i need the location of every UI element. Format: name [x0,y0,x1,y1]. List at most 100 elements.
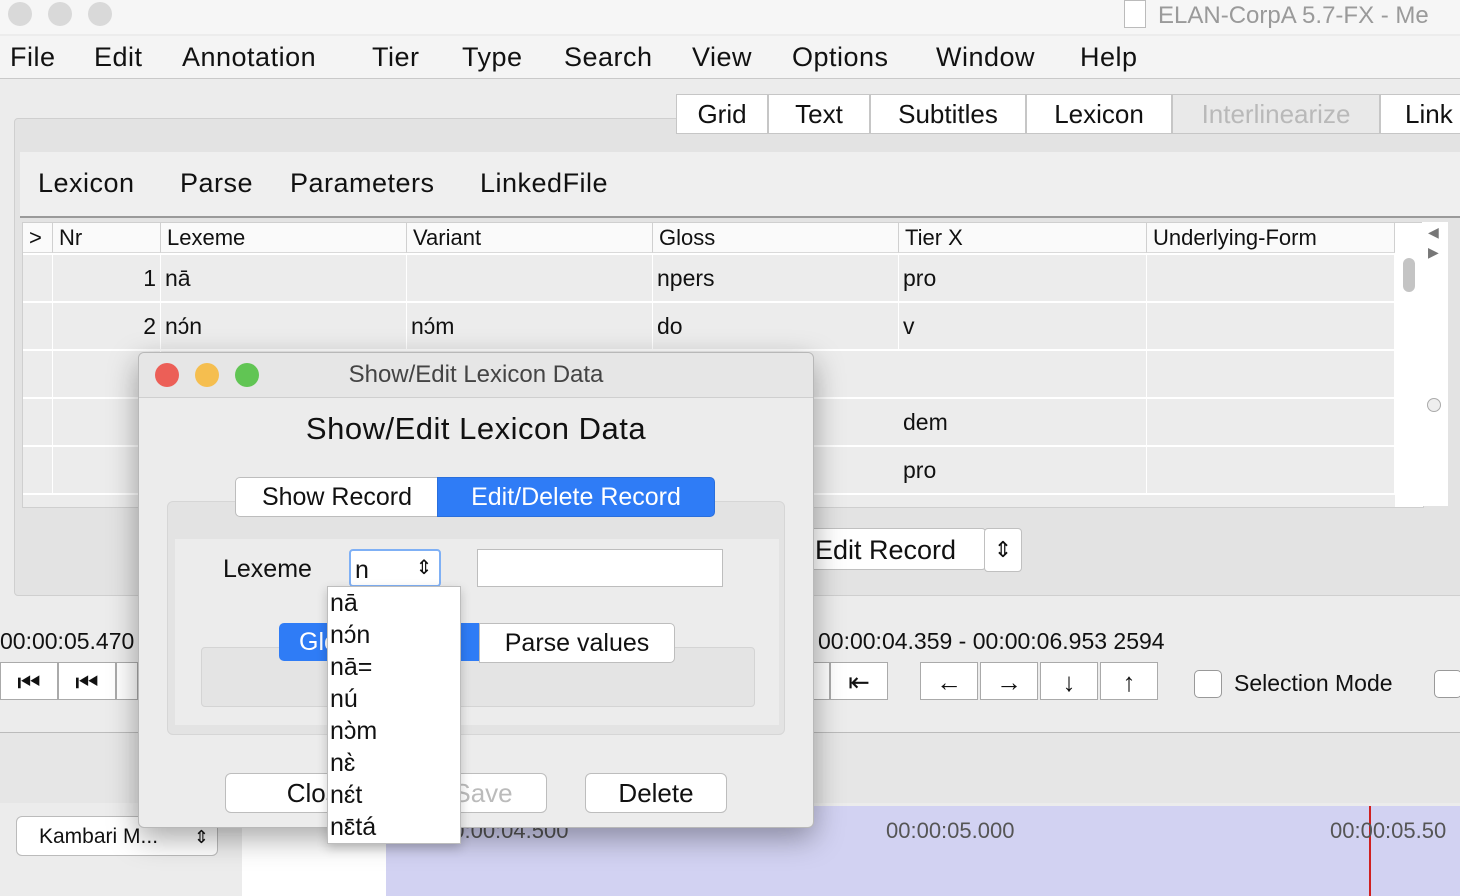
delete-button[interactable]: Delete [585,773,727,813]
cell-underlying-form [1147,447,1395,493]
tab-interlinearize: Interlinearize [1172,94,1380,134]
window-minimize-button[interactable] [48,2,72,26]
tab-text[interactable]: Text [768,94,870,134]
previous-frame-button[interactable]: ⏮ [58,662,116,700]
cell-underlying-form [1147,255,1395,301]
cell-tierx: dem [899,399,1147,445]
row-marker [23,447,53,493]
arrow-down-button[interactable]: ↓ [1040,662,1098,700]
cell-tierx [899,351,1147,397]
tab-link[interactable]: Link [1380,94,1460,134]
cell-gloss: npers [653,255,899,301]
menu-edit[interactable]: Edit [94,42,143,73]
cell-lexeme: nā [161,255,407,301]
column-header-tierx[interactable]: Tier X [899,223,1147,253]
column-header-gloss[interactable]: Gloss [653,223,899,253]
subtab-parameters[interactable]: Parameters [290,168,435,199]
menu-help[interactable]: Help [1080,42,1138,73]
row-marker [23,399,53,445]
subtab-parse[interactable]: Parse [180,168,253,199]
column-header-expand[interactable]: > [23,223,53,253]
cell-tierx: pro [899,255,1147,301]
row-marker [23,255,53,301]
chevron-updown-icon[interactable]: ⇕ [409,551,439,585]
column-header-underlying-form[interactable]: Underlying-Form [1147,223,1395,253]
column-header-nr[interactable]: Nr [53,223,161,253]
chevron-updown-icon[interactable]: ⇕ [984,528,1022,572]
dropdown-option[interactable]: nɔ̀m [330,715,377,747]
table-scrollbar-thumb[interactable] [1403,258,1415,292]
tab-subtitles[interactable]: Subtitles [870,94,1026,134]
lexeme-text-field[interactable] [477,549,723,587]
cell-lexeme: nɔ́n [161,303,407,349]
parse-values-tab[interactable]: Parse values [479,623,675,663]
dialog-heading: Show/Edit Lexicon Data [305,411,647,446]
dialog-titlebar: Show/Edit Lexicon Data [139,353,813,398]
menu-window[interactable]: Window [936,42,1035,73]
extra-checkbox[interactable] [1434,670,1460,698]
menu-type[interactable]: Type [462,42,523,73]
dropdown-option[interactable]: nɛ̄tá [330,811,376,843]
arrow-up-button[interactable]: ↑ [1100,662,1158,700]
media-time-readout: 00:00:05.470 [0,628,135,654]
cell-tierx: v [899,303,1147,349]
cell-nr: 1 [53,255,161,301]
table-side-controls: ◀ ▶ [1422,222,1448,506]
record-mode-select[interactable]: Edit Record [800,528,986,570]
scroll-right-icon[interactable]: ▶ [1428,244,1439,261]
cell-nr: 2 [53,303,161,349]
cell-variant: nɔ́m [407,303,653,349]
row-marker [23,303,53,349]
go-to-begin-button[interactable]: ⏮ [0,662,58,700]
lexeme-label: Lexeme [223,555,312,583]
scroll-left-icon[interactable]: ◀ [1428,224,1439,241]
window-title: ELAN-CorpA 5.7-FX - Me [1158,2,1429,29]
dropdown-option[interactable]: nā= [330,651,372,683]
edit-delete-record-tab[interactable]: Edit/Delete Record [437,477,715,517]
tab-lexicon[interactable]: Lexicon [1026,94,1172,134]
menu-search[interactable]: Search [564,42,653,73]
column-header-variant[interactable]: Variant [407,223,653,253]
cell-underlying-form [1147,303,1395,349]
menu-view[interactable]: View [692,42,752,73]
table-row[interactable]: 1 nā npers pro [23,255,1395,303]
dropdown-option[interactable]: nú [330,683,358,715]
subtab-linkedfile[interactable]: LinkedFile [480,168,608,199]
row-marker [23,351,53,397]
selection-begin-button[interactable] [812,662,830,700]
selection-mode-label: Selection Mode [1234,670,1393,696]
dropdown-option[interactable]: nɔ́n [330,619,370,651]
arrow-right-button[interactable]: → [980,662,1038,700]
cell-underlying-form [1147,399,1395,445]
lexicon-subtabs: Lexicon Parse Parameters LinkedFile [20,152,1460,218]
tier-select-label: Kambari M... [39,825,159,848]
menu-file[interactable]: File [10,42,56,73]
selection-end-button[interactable]: ⇤ [830,662,888,700]
menubar: File Edit Annotation Tier Type Search Vi… [0,36,1460,79]
tab-grid[interactable]: Grid [676,94,768,134]
column-header-lexeme[interactable]: Lexeme [161,223,407,253]
dropdown-option[interactable]: nā [330,587,358,619]
window-close-button[interactable] [8,2,32,26]
lexeme-dropdown-list: nā nɔ́n nā= nú nɔ̀m nɛ̀ nɛ́t nɛ̄tá [327,586,461,844]
menu-tier[interactable]: Tier [372,42,420,73]
selection-time-readout: 00:00:04.359 - 00:00:06.953 2594 [818,628,1165,654]
dropdown-option[interactable]: nɛ́t [330,779,362,811]
subtab-lexicon[interactable]: Lexicon [38,168,135,199]
cell-tierx: pro [899,447,1147,493]
play-controls-button[interactable] [116,662,138,700]
show-record-tab[interactable]: Show Record [235,477,439,517]
cell-underlying-form [1147,351,1395,397]
arrow-left-button[interactable]: ← [920,662,978,700]
cell-gloss: do [653,303,899,349]
menu-options[interactable]: Options [792,42,889,73]
window-zoom-button[interactable] [88,2,112,26]
timeline-tick-label: 00:00:05.000 [886,818,1015,843]
dropdown-option[interactable]: nɛ̀ [330,747,355,779]
document-icon [1124,0,1146,28]
menu-annotation[interactable]: Annotation [182,42,316,73]
resize-handle-icon[interactable] [1427,398,1441,412]
lexicon-data-dialog: Show/Edit Lexicon Data Show/Edit Lexicon… [138,352,814,828]
selection-mode-checkbox[interactable] [1194,670,1222,698]
table-row[interactable]: 2 nɔ́n nɔ́m do v [23,303,1395,351]
